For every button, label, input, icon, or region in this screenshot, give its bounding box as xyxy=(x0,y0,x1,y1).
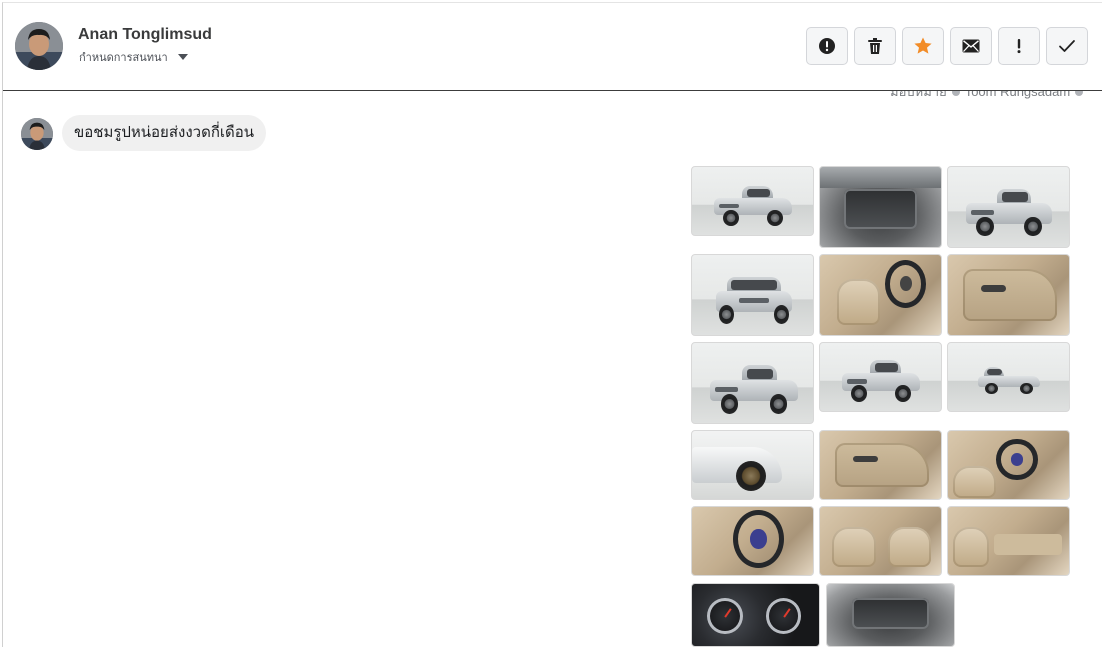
conversation-setting-label: กำหนดการสนทนา xyxy=(79,52,168,64)
conversation-toolbar xyxy=(806,27,1088,65)
photo-attachment[interactable] xyxy=(691,342,814,424)
seat-image xyxy=(952,466,997,498)
photo-attachment[interactable] xyxy=(819,166,942,248)
door-panel-image xyxy=(962,269,1057,321)
photo-attachment[interactable] xyxy=(691,166,814,236)
tachometer-image xyxy=(707,597,743,634)
seat-image xyxy=(952,527,990,567)
incoming-message-bubble[interactable]: ขอชมรูปหน่อยส่งงวดกี่เดือน xyxy=(62,115,267,151)
pickup-truck-image xyxy=(966,181,1052,237)
steering-wheel-image xyxy=(885,259,927,308)
seat-image xyxy=(832,527,876,567)
speedometer-image xyxy=(765,597,802,634)
photo-attachment[interactable] xyxy=(691,506,814,576)
photo-attachment[interactable] xyxy=(947,166,1070,248)
trash-icon xyxy=(868,38,882,54)
sender-avatar[interactable] xyxy=(21,118,53,150)
caret-down-icon xyxy=(177,54,188,60)
star-button[interactable] xyxy=(902,27,944,65)
photo-attachment[interactable] xyxy=(826,583,955,647)
alert-circle-icon xyxy=(819,38,835,54)
conversation-header: Anan Tonglimsud กำหนดการสนทนา xyxy=(3,3,1102,91)
photo-attachment[interactable] xyxy=(947,342,1070,412)
person-photo-icon xyxy=(21,118,53,150)
check-icon xyxy=(1059,40,1075,52)
report-button[interactable] xyxy=(806,27,848,65)
envelope-icon xyxy=(962,39,980,53)
pickup-truck-image xyxy=(842,353,920,403)
contact-avatar[interactable] xyxy=(15,22,63,70)
star-icon xyxy=(914,37,932,54)
photo-attachment[interactable] xyxy=(819,254,942,336)
photo-attachment[interactable] xyxy=(819,342,942,412)
pickup-truck-image xyxy=(714,179,792,227)
conversation-setting-dropdown[interactable]: กำหนดการสนทนา xyxy=(79,48,188,66)
important-button[interactable] xyxy=(998,27,1040,65)
photo-attachment[interactable] xyxy=(947,430,1070,500)
steering-wheel-image xyxy=(996,439,1038,480)
exclamation-icon xyxy=(1017,39,1021,54)
photo-attachment[interactable] xyxy=(819,430,942,500)
mark-done-button[interactable] xyxy=(1046,27,1088,65)
pickup-truck-image xyxy=(978,363,1040,395)
engine-image xyxy=(852,597,929,629)
photo-attachment[interactable] xyxy=(947,506,1070,576)
seat-image xyxy=(836,279,881,326)
steering-wheel-image xyxy=(733,509,784,569)
door-panel-image xyxy=(834,443,929,487)
engine-hood-image xyxy=(820,167,941,188)
pickup-truck-image xyxy=(716,269,792,325)
engine-image xyxy=(844,189,917,230)
photo-attachment[interactable] xyxy=(691,583,820,647)
rear-bench-image xyxy=(993,534,1062,555)
delete-button[interactable] xyxy=(854,27,896,65)
photo-attachment[interactable] xyxy=(691,254,814,336)
person-photo-icon xyxy=(15,22,63,70)
contact-name[interactable]: Anan Tonglimsud xyxy=(78,26,212,44)
mark-unread-button[interactable] xyxy=(950,27,992,65)
seat-image xyxy=(887,527,932,567)
photo-attachment[interactable] xyxy=(691,430,814,500)
photo-attachment[interactable] xyxy=(819,506,942,576)
wheel-image xyxy=(736,461,766,491)
photo-attachment[interactable] xyxy=(947,254,1070,336)
pickup-truck-image xyxy=(710,357,798,415)
